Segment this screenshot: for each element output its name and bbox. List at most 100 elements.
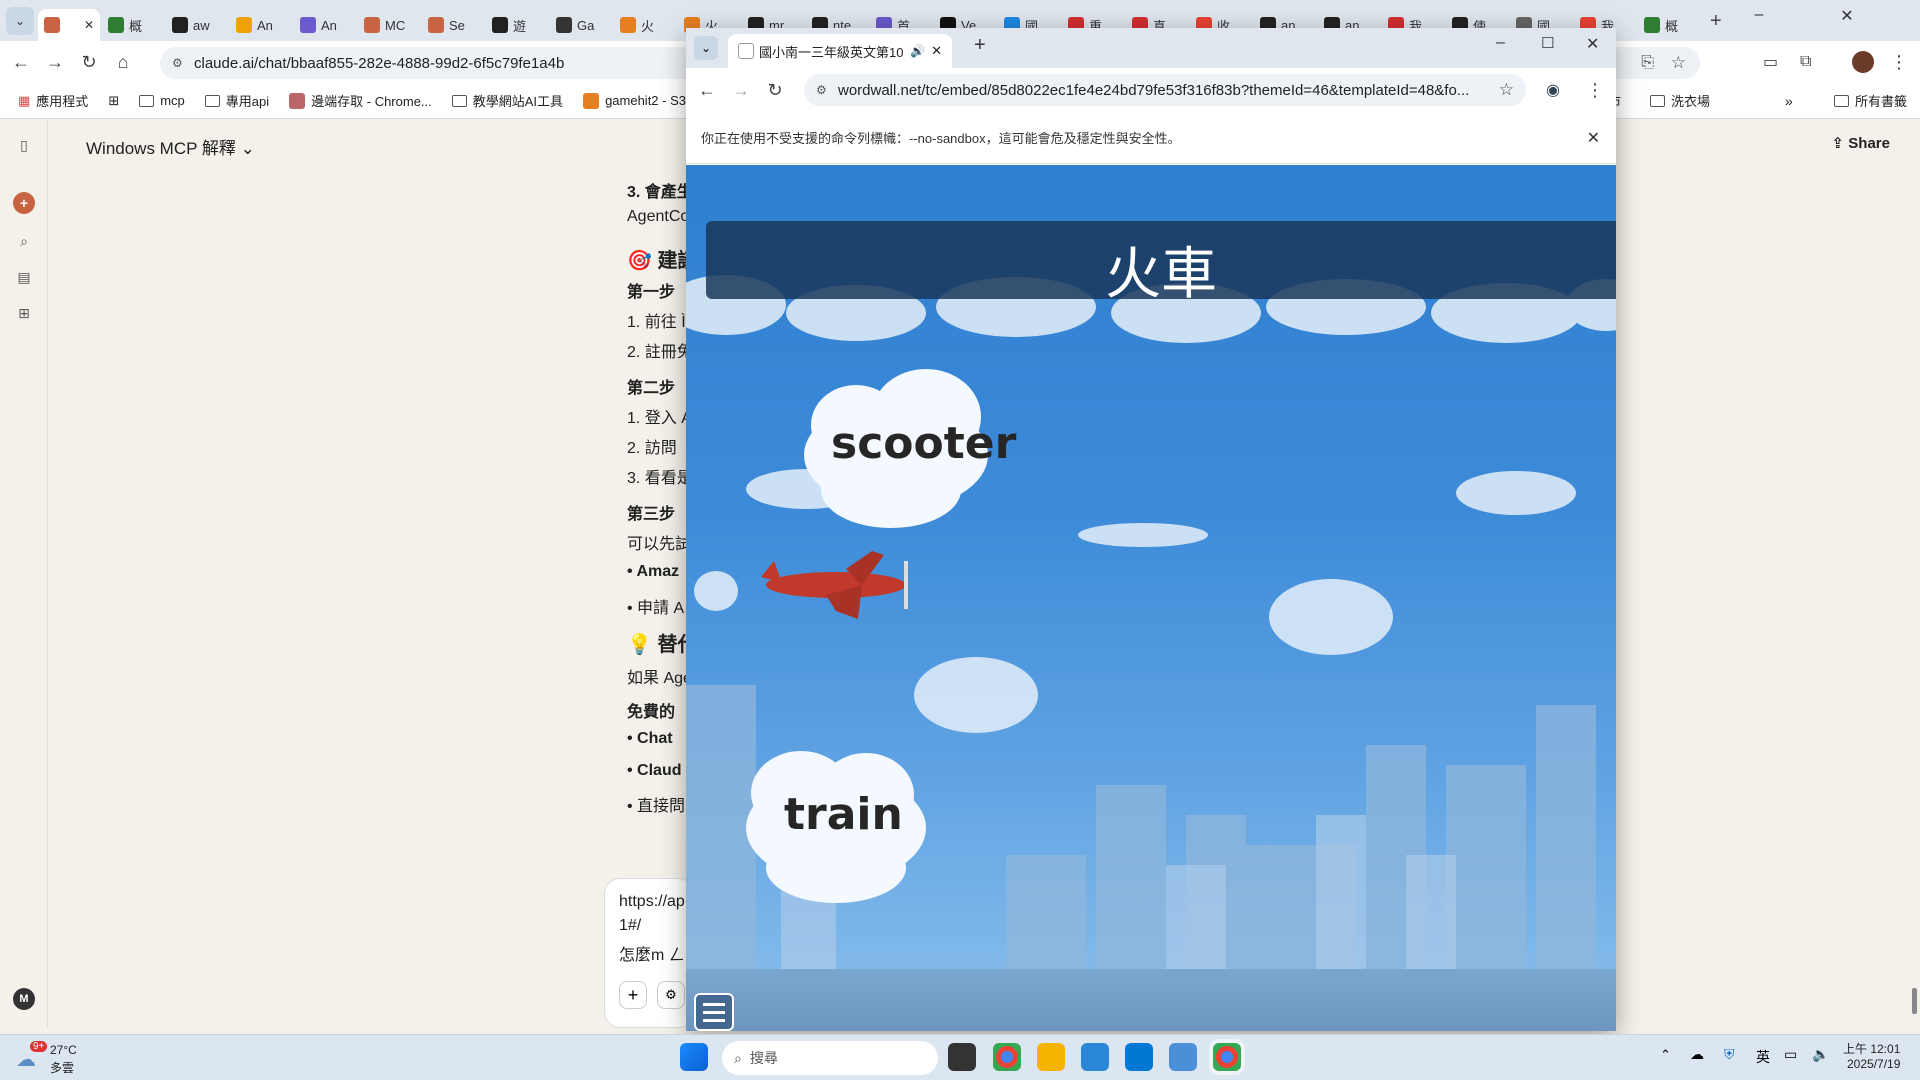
search-icon[interactable]: ⌕ xyxy=(13,230,35,252)
tools-button[interactable]: ⚙ xyxy=(657,981,685,1009)
close-window-button[interactable]: ✕ xyxy=(1824,6,1870,26)
popup-tab-active[interactable]: 國小南一三年級英文第10課 🔊 ✕ xyxy=(728,34,952,68)
bookmark-remote[interactable]: 邊端存取 - Chrome... xyxy=(289,91,432,110)
start-button[interactable] xyxy=(680,1043,708,1071)
install-app-icon[interactable]: ⎘ xyxy=(1641,54,1654,72)
cast-icon[interactable]: ▭ xyxy=(1763,52,1778,72)
close-tab-icon[interactable]: ✕ xyxy=(84,18,94,32)
home-button[interactable]: ⌂ xyxy=(106,52,140,73)
address-text: claude.ai/chat/bbaaf855-282e-4888-99d2-6… xyxy=(194,54,565,72)
infobar-close-button[interactable]: ✕ xyxy=(1587,128,1600,148)
forward-button[interactable]: → xyxy=(38,52,72,73)
task-view-icon[interactable] xyxy=(948,1043,976,1071)
answer-cloud-scooter[interactable]: scooter xyxy=(831,418,1016,469)
back-button[interactable]: ← xyxy=(4,52,38,73)
popup-tab-title: 國小南一三年級英文第10課 xyxy=(759,44,905,60)
bookmark-label: 所有書籤 xyxy=(1855,94,1908,109)
minimize-button[interactable]: – xyxy=(1736,6,1782,24)
popup-close-button[interactable]: ✕ xyxy=(1586,34,1599,54)
browser-tab[interactable]: Ga xyxy=(550,9,612,41)
vscode-icon[interactable] xyxy=(1125,1043,1153,1071)
answer-cloud-train[interactable]: train xyxy=(784,789,903,840)
bookmark-star-icon[interactable]: ☆ xyxy=(1671,53,1686,73)
clock-date[interactable]: 2025/7/19 xyxy=(1847,1057,1900,1071)
network-icon[interactable]: ▭ xyxy=(1784,1046,1797,1063)
tab-favicon-icon xyxy=(44,17,60,33)
user-avatar[interactable]: M xyxy=(13,988,35,1010)
folder-icon xyxy=(204,94,220,107)
popup-minimize-button[interactable]: – xyxy=(1496,34,1505,52)
prompt-banner: 火車 xyxy=(706,221,1616,307)
menu-kebab-icon[interactable]: ⋮ xyxy=(1890,52,1908,73)
site-info-icon[interactable]: ⚙ xyxy=(816,83,827,97)
popup-reload-button[interactable]: ↻ xyxy=(758,80,792,101)
profile-avatar[interactable] xyxy=(1852,51,1874,73)
browser-tab[interactable]: 概 xyxy=(1638,9,1700,41)
bookmark-gamehit[interactable]: gamehit2 - S3 xyxy=(583,92,686,109)
audio-playing-icon[interactable]: 🔊 xyxy=(910,44,925,58)
browser-tab[interactable]: Se xyxy=(422,9,484,41)
onedrive-icon[interactable]: ☁ xyxy=(1690,1046,1704,1063)
browser-tab[interactable]: aw xyxy=(166,9,228,41)
bookmark-label: 教學網站AI工具 xyxy=(472,94,564,109)
popup-maximize-button[interactable]: ☐ xyxy=(1541,34,1554,52)
tray-overflow-icon[interactable]: ⌃ xyxy=(1660,1047,1671,1063)
bookmark-api[interactable]: 專用api xyxy=(204,91,269,110)
weather-widget[interactable]: ☁ 9+ 27°C 多雲 xyxy=(16,1041,136,1075)
popup-address-text: wordwall.net/tc/embed/85d8022ec1fe4e24bd… xyxy=(838,81,1470,99)
weather-temp: 27°C xyxy=(50,1043,77,1057)
chat-text-line: • 申請 A xyxy=(627,600,685,617)
share-button[interactable]: ⇪ Share xyxy=(1832,134,1890,152)
bookmark-apps[interactable]: ▦ 應用程式 xyxy=(18,91,88,110)
popup-forward-button[interactable]: → xyxy=(724,80,758,101)
game-menu-button[interactable] xyxy=(694,993,734,1031)
chats-icon[interactable]: ▤ xyxy=(13,266,35,288)
extensions-icon[interactable]: ⧉ xyxy=(1800,53,1811,71)
browser-tab[interactable]: 遊 xyxy=(486,9,548,41)
bookmark-mcp[interactable]: mcp xyxy=(139,93,185,108)
browser-tab[interactable]: ✕ xyxy=(38,9,100,41)
chrome-icon[interactable] xyxy=(993,1043,1021,1071)
chrome-active-icon[interactable] xyxy=(1213,1043,1241,1071)
tab-favicon-icon xyxy=(300,17,316,33)
more-bookmarks-icon[interactable]: » xyxy=(1785,93,1793,109)
clock-time[interactable]: 上午 12:01 xyxy=(1843,1040,1900,1057)
browser-tab[interactable]: An xyxy=(294,9,356,41)
site-info-icon[interactable]: ⚙ xyxy=(172,56,183,70)
browser-tab[interactable]: An xyxy=(230,9,292,41)
plane-icon xyxy=(761,551,908,619)
wordwall-game-canvas[interactable]: 火車 scooter train xyxy=(686,165,1616,1031)
new-tab-button[interactable]: + xyxy=(1710,10,1722,33)
bookmark-grid[interactable]: ⊞ xyxy=(108,93,119,109)
browser-tab[interactable]: 概 xyxy=(102,9,164,41)
profile-icon[interactable]: ◉ xyxy=(1546,80,1560,100)
new-chat-icon[interactable]: + xyxy=(13,192,35,214)
message-composer[interactable]: https://ap 1#/ 怎麼m ㄥ + ⚙ xyxy=(604,878,694,1028)
tab-search-button[interactable]: ⌄ xyxy=(6,7,34,35)
projects-icon[interactable]: ⊞ xyxy=(13,302,35,324)
popup-menu-kebab-icon[interactable]: ⋮ xyxy=(1586,80,1604,101)
popup-tab-search-button[interactable]: ⌄ xyxy=(694,36,718,60)
close-tab-icon[interactable]: ✕ xyxy=(931,43,942,59)
security-shield-icon[interactable]: ⛨ xyxy=(1724,1046,1735,1063)
bookmark-laundry[interactable]: 洗衣場 xyxy=(1650,91,1710,110)
popup-address-bar[interactable]: ⚙ wordwall.net/tc/embed/85d8022ec1fe4e24… xyxy=(804,74,1526,106)
taskbar-search-box[interactable]: ⌕ 搜尋 xyxy=(722,1041,938,1075)
notepad-icon[interactable] xyxy=(1169,1043,1197,1071)
browser-tab[interactable]: 火 xyxy=(614,9,676,41)
remote-desktop-icon[interactable] xyxy=(1081,1043,1109,1071)
attach-button[interactable]: + xyxy=(619,981,647,1009)
browser-tab[interactable]: MC xyxy=(358,9,420,41)
reload-button[interactable]: ↻ xyxy=(72,52,106,73)
bookmark-all[interactable]: 所有書籤 xyxy=(1834,91,1907,110)
volume-icon[interactable]: 🔈 xyxy=(1812,1046,1829,1063)
scrollbar-thumb[interactable] xyxy=(1912,988,1917,1014)
ime-indicator[interactable]: 英 xyxy=(1756,1047,1770,1067)
popup-new-tab-button[interactable]: + xyxy=(974,34,986,57)
sidebar-toggle-icon[interactable]: ▯ xyxy=(13,134,35,156)
bookmark-teaching[interactable]: 教學網站AI工具 xyxy=(451,91,564,110)
bookmark-star-icon[interactable]: ☆ xyxy=(1498,80,1514,100)
file-explorer-icon[interactable] xyxy=(1037,1043,1065,1071)
chat-title[interactable]: Windows MCP 解釋 ⌄ xyxy=(86,134,255,159)
popup-back-button[interactable]: ← xyxy=(690,80,724,101)
